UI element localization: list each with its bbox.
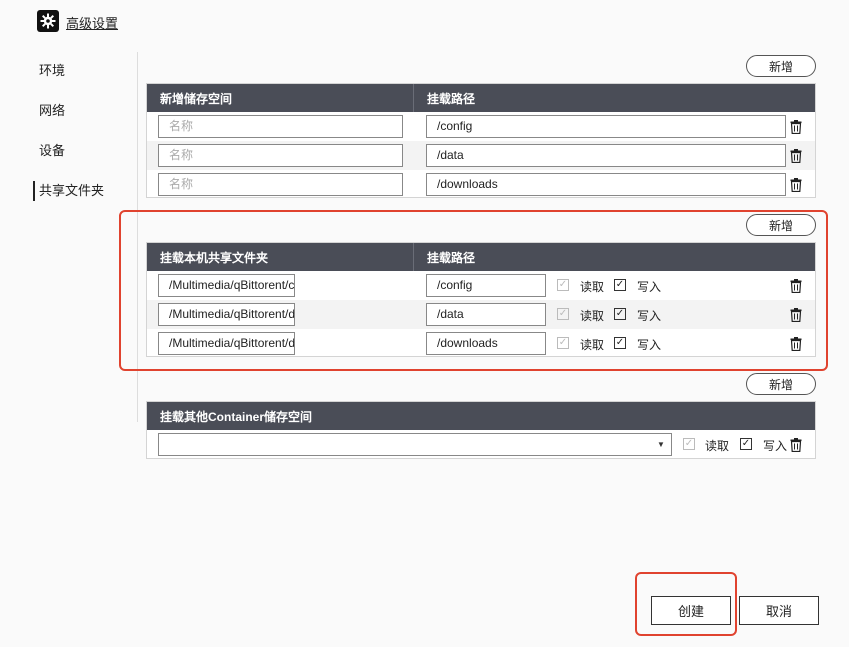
write-label: 写入	[637, 309, 662, 323]
trash-icon[interactable]	[790, 178, 802, 192]
trash-icon[interactable]	[790, 308, 802, 322]
storage-name-input[interactable]: 名称	[158, 173, 403, 196]
shared-path-input[interactable]: /config	[426, 274, 546, 297]
write-label: 写入	[637, 280, 662, 294]
trash-icon[interactable]	[790, 149, 802, 163]
table-row: /Multimedia/qBittorent/c /config ✓ 读取 ✓ …	[147, 271, 815, 300]
sidebar-item-network[interactable]: 网络	[33, 98, 133, 138]
write-checkbox[interactable]: ✓	[740, 438, 752, 450]
storage-table-header: 新增储存空间 挂载路径	[147, 84, 815, 112]
add-container-button[interactable]: 新增	[746, 373, 816, 395]
chevron-down-icon[interactable]: ▼	[657, 440, 665, 449]
container-table: 挂载其他Container储存空间 ▼ ✓ 读取 ✓ 写入	[146, 401, 816, 459]
storage-path-input[interactable]: /config	[426, 115, 786, 138]
gear-icon	[37, 10, 59, 32]
write-checkbox[interactable]: ✓	[614, 337, 626, 349]
storage-path-input[interactable]: /data	[426, 144, 786, 167]
sidebar: 环境 网络 设备 共享文件夹	[33, 58, 133, 201]
write-checkbox[interactable]: ✓	[614, 308, 626, 320]
read-checkbox[interactable]: ✓	[557, 337, 569, 349]
trash-icon[interactable]	[790, 279, 802, 293]
trash-icon[interactable]	[790, 438, 802, 452]
read-label: 读取	[580, 309, 605, 323]
write-label: 写入	[637, 338, 662, 352]
trash-icon[interactable]	[790, 120, 802, 134]
read-label: 读取	[580, 338, 605, 352]
shared-path-input[interactable]: /data	[426, 303, 546, 326]
container-select[interactable]	[158, 433, 672, 456]
write-label: 写入	[763, 439, 788, 453]
container-table-header: 挂载其他Container储存空间	[147, 402, 815, 430]
shared-folder-table: 挂载本机共享文件夹 挂载路径 /Multimedia/qBittorent/c …	[146, 242, 816, 357]
sidebar-item-environment[interactable]: 环境	[33, 58, 133, 98]
table-row: /Multimedia/qBittorent/d /data ✓ 读取 ✓ 写入	[147, 300, 815, 329]
advanced-settings-link[interactable]: 高级设置	[66, 16, 118, 32]
add-storage-button[interactable]: 新增	[746, 55, 816, 77]
table-row: 名称 /config	[147, 112, 815, 141]
add-shared-folder-button[interactable]: 新增	[746, 214, 816, 236]
container-col: 挂载其他Container储存空间	[160, 409, 313, 424]
table-row: 名称 /data	[147, 141, 815, 170]
read-checkbox[interactable]: ✓	[557, 279, 569, 291]
read-checkbox[interactable]: ✓	[557, 308, 569, 320]
shared-folder-input[interactable]: /Multimedia/qBittorent/d	[158, 332, 295, 355]
storage-name-input[interactable]: 名称	[158, 144, 403, 167]
read-checkbox[interactable]: ✓	[683, 438, 695, 450]
trash-icon[interactable]	[790, 337, 802, 351]
shared-folder-input[interactable]: /Multimedia/qBittorent/c	[158, 274, 295, 297]
storage-col-path: 挂载路径	[427, 91, 476, 106]
sidebar-item-shared-folder[interactable]: 共享文件夹	[33, 181, 133, 201]
storage-table: 新增储存空间 挂载路径 名称 /config 名称 /data 名称 /down…	[146, 83, 816, 198]
shared-folder-input[interactable]: /Multimedia/qBittorent/d	[158, 303, 295, 326]
shared-table-header: 挂载本机共享文件夹 挂载路径	[147, 243, 815, 271]
table-row: ▼ ✓ 读取 ✓ 写入	[147, 430, 815, 459]
table-row: 名称 /downloads	[147, 170, 815, 199]
sidebar-item-device[interactable]: 设备	[33, 138, 133, 178]
create-button[interactable]: 创建	[651, 596, 731, 625]
table-row: /Multimedia/qBittorent/d /downloads ✓ 读取…	[147, 329, 815, 358]
shared-path-input[interactable]: /downloads	[426, 332, 546, 355]
cancel-button[interactable]: 取消	[739, 596, 819, 625]
read-label: 读取	[580, 280, 605, 294]
write-checkbox[interactable]: ✓	[614, 279, 626, 291]
page-header: 高级设置	[37, 10, 118, 32]
storage-path-input[interactable]: /downloads	[426, 173, 786, 196]
read-label: 读取	[705, 439, 730, 453]
shared-col-folder: 挂载本机共享文件夹	[147, 243, 414, 271]
shared-col-path: 挂载路径	[427, 250, 476, 265]
storage-name-input[interactable]: 名称	[158, 115, 403, 138]
storage-col-name: 新增储存空间	[147, 84, 414, 112]
